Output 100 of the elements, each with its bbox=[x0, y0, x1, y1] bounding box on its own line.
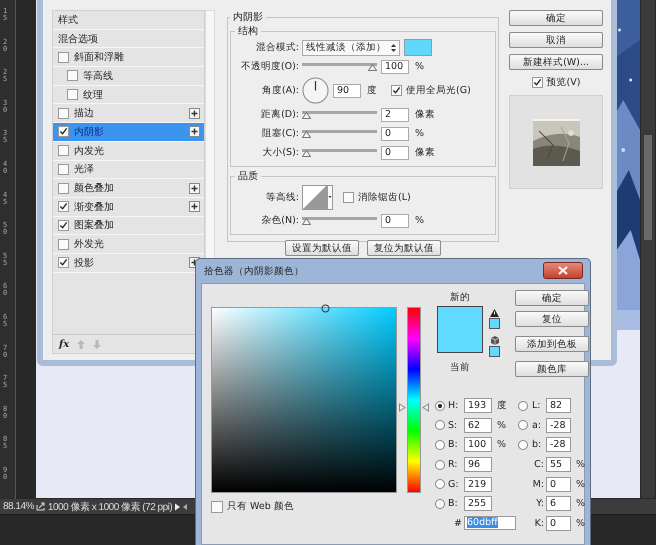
checkbox[interactable] bbox=[58, 52, 69, 63]
input-field[interactable]: 0 bbox=[546, 516, 571, 531]
dialog-button[interactable]: 复位 bbox=[515, 311, 589, 327]
input-field[interactable]: 100 bbox=[464, 437, 492, 452]
checkbox[interactable] bbox=[58, 238, 69, 250]
radio-button[interactable] bbox=[518, 420, 528, 430]
checkbox[interactable] bbox=[58, 182, 69, 194]
color-swatch[interactable] bbox=[489, 346, 500, 357]
input-field[interactable]: 82 bbox=[546, 398, 571, 414]
slider-thumb[interactable] bbox=[368, 64, 377, 71]
checkbox[interactable] bbox=[58, 145, 69, 156]
style-item[interactable]: 混合选项 bbox=[53, 30, 204, 48]
slider[interactable] bbox=[302, 149, 377, 158]
default-button[interactable]: 复位为默认值 bbox=[367, 240, 441, 256]
style-item[interactable]: 图案叠加 bbox=[53, 216, 204, 236]
input-field[interactable]: 219 bbox=[464, 476, 492, 492]
style-item[interactable]: 渐变叠加 bbox=[53, 198, 204, 217]
style-item[interactable]: 纹理 bbox=[53, 86, 204, 104]
input-field[interactable]: 100 bbox=[381, 60, 409, 74]
default-button[interactable]: 设置为默认值 bbox=[285, 240, 359, 256]
radio-button[interactable] bbox=[435, 420, 445, 430]
style-item[interactable]: 内阴影 bbox=[53, 123, 204, 142]
checkbox[interactable] bbox=[58, 126, 69, 138]
checkbox[interactable] bbox=[58, 201, 69, 212]
hue-slider[interactable] bbox=[399, 307, 429, 493]
checkbox[interactable] bbox=[67, 70, 78, 82]
input-field[interactable]: -28 bbox=[546, 418, 571, 433]
checkbox[interactable] bbox=[67, 89, 78, 100]
style-item[interactable]: 颜色叠加 bbox=[53, 179, 204, 198]
dropdown[interactable]: 线性减淡（添加） bbox=[302, 40, 400, 56]
dialog-button[interactable]: 确定 bbox=[509, 10, 603, 26]
input-field[interactable]: -28 bbox=[546, 437, 571, 452]
checkbox[interactable] bbox=[391, 85, 402, 96]
add-icon[interactable] bbox=[189, 182, 200, 194]
checkbox[interactable] bbox=[58, 257, 69, 268]
scrollbar[interactable] bbox=[641, 0, 655, 498]
slider-thumb[interactable] bbox=[302, 131, 311, 138]
caret-icon[interactable] bbox=[327, 184, 333, 210]
checkbox[interactable] bbox=[343, 192, 354, 202]
style-item[interactable]: 外发光 bbox=[53, 235, 204, 254]
radio-button[interactable] bbox=[518, 440, 528, 450]
input-field[interactable]: 0 bbox=[546, 476, 571, 492]
input-field[interactable]: 193 bbox=[464, 398, 492, 414]
input-field[interactable]: 2 bbox=[381, 108, 409, 122]
dialog-button[interactable]: 新建样式(W)... bbox=[509, 54, 603, 70]
checkbox[interactable] bbox=[58, 220, 69, 231]
slider-thumb[interactable] bbox=[302, 218, 311, 225]
add-icon[interactable] bbox=[189, 201, 200, 212]
radio-button[interactable] bbox=[435, 460, 445, 470]
color-field[interactable] bbox=[211, 307, 397, 493]
left-arrow-icon[interactable] bbox=[183, 504, 188, 510]
radio-button[interactable] bbox=[435, 498, 445, 509]
slider[interactable] bbox=[302, 217, 377, 226]
add-icon[interactable] bbox=[189, 108, 200, 119]
dialog-button[interactable]: 添加到色板 bbox=[515, 336, 589, 352]
input-field[interactable]: 0 bbox=[381, 214, 409, 228]
add-icon[interactable] bbox=[189, 126, 200, 138]
color-swatch[interactable] bbox=[489, 318, 500, 329]
dialog-button[interactable]: 颜色库 bbox=[515, 361, 589, 377]
checkbox[interactable] bbox=[532, 77, 543, 88]
slider[interactable] bbox=[302, 111, 377, 120]
contour-picker[interactable] bbox=[302, 184, 333, 210]
radio-button[interactable] bbox=[518, 400, 528, 411]
input-field[interactable]: 96 bbox=[464, 457, 492, 472]
style-item[interactable]: 等高线 bbox=[53, 67, 204, 86]
checkbox[interactable] bbox=[211, 500, 223, 512]
style-item[interactable]: 内发光 bbox=[53, 142, 204, 160]
style-item[interactable]: 斜面和浮雕 bbox=[53, 48, 204, 68]
radio-button[interactable] bbox=[435, 479, 445, 490]
play-icon[interactable] bbox=[174, 502, 182, 510]
fx-button[interactable]: fx bbox=[59, 338, 70, 350]
input-field[interactable]: 0 bbox=[381, 126, 409, 140]
slider[interactable] bbox=[302, 63, 377, 72]
radio-button[interactable] bbox=[435, 440, 445, 450]
input-field[interactable]: 0 bbox=[381, 146, 409, 160]
style-label: 渐变叠加 bbox=[74, 200, 114, 214]
color-swatch[interactable] bbox=[404, 39, 432, 56]
slider[interactable] bbox=[302, 130, 377, 139]
cube-icon[interactable] bbox=[490, 336, 498, 345]
slider-thumb[interactable] bbox=[399, 402, 429, 412]
angle-dial[interactable] bbox=[302, 77, 329, 104]
dialog-button[interactable]: 取消 bbox=[509, 32, 603, 48]
input-field[interactable]: 90 bbox=[333, 84, 361, 98]
checkbox[interactable] bbox=[58, 108, 69, 119]
checkbox[interactable] bbox=[58, 164, 69, 175]
style-item[interactable]: 样式 bbox=[53, 11, 204, 30]
color-marker[interactable] bbox=[320, 304, 330, 313]
share-icon[interactable] bbox=[36, 502, 46, 511]
close-button[interactable] bbox=[543, 262, 583, 278]
dialog-button[interactable]: 确定 bbox=[515, 290, 589, 306]
slider-thumb[interactable] bbox=[302, 150, 311, 157]
input-field[interactable]: 55 bbox=[546, 457, 571, 472]
radio-button[interactable] bbox=[435, 400, 445, 411]
current-color-swatch[interactable] bbox=[438, 330, 482, 352]
input-field[interactable]: 255 bbox=[464, 496, 492, 512]
warning-icon[interactable] bbox=[490, 309, 499, 317]
input-field[interactable]: 6 bbox=[546, 496, 571, 512]
slider-thumb[interactable] bbox=[302, 112, 311, 119]
input-field[interactable]: 62 bbox=[464, 418, 492, 433]
style-item[interactable]: 光泽 bbox=[53, 160, 204, 180]
